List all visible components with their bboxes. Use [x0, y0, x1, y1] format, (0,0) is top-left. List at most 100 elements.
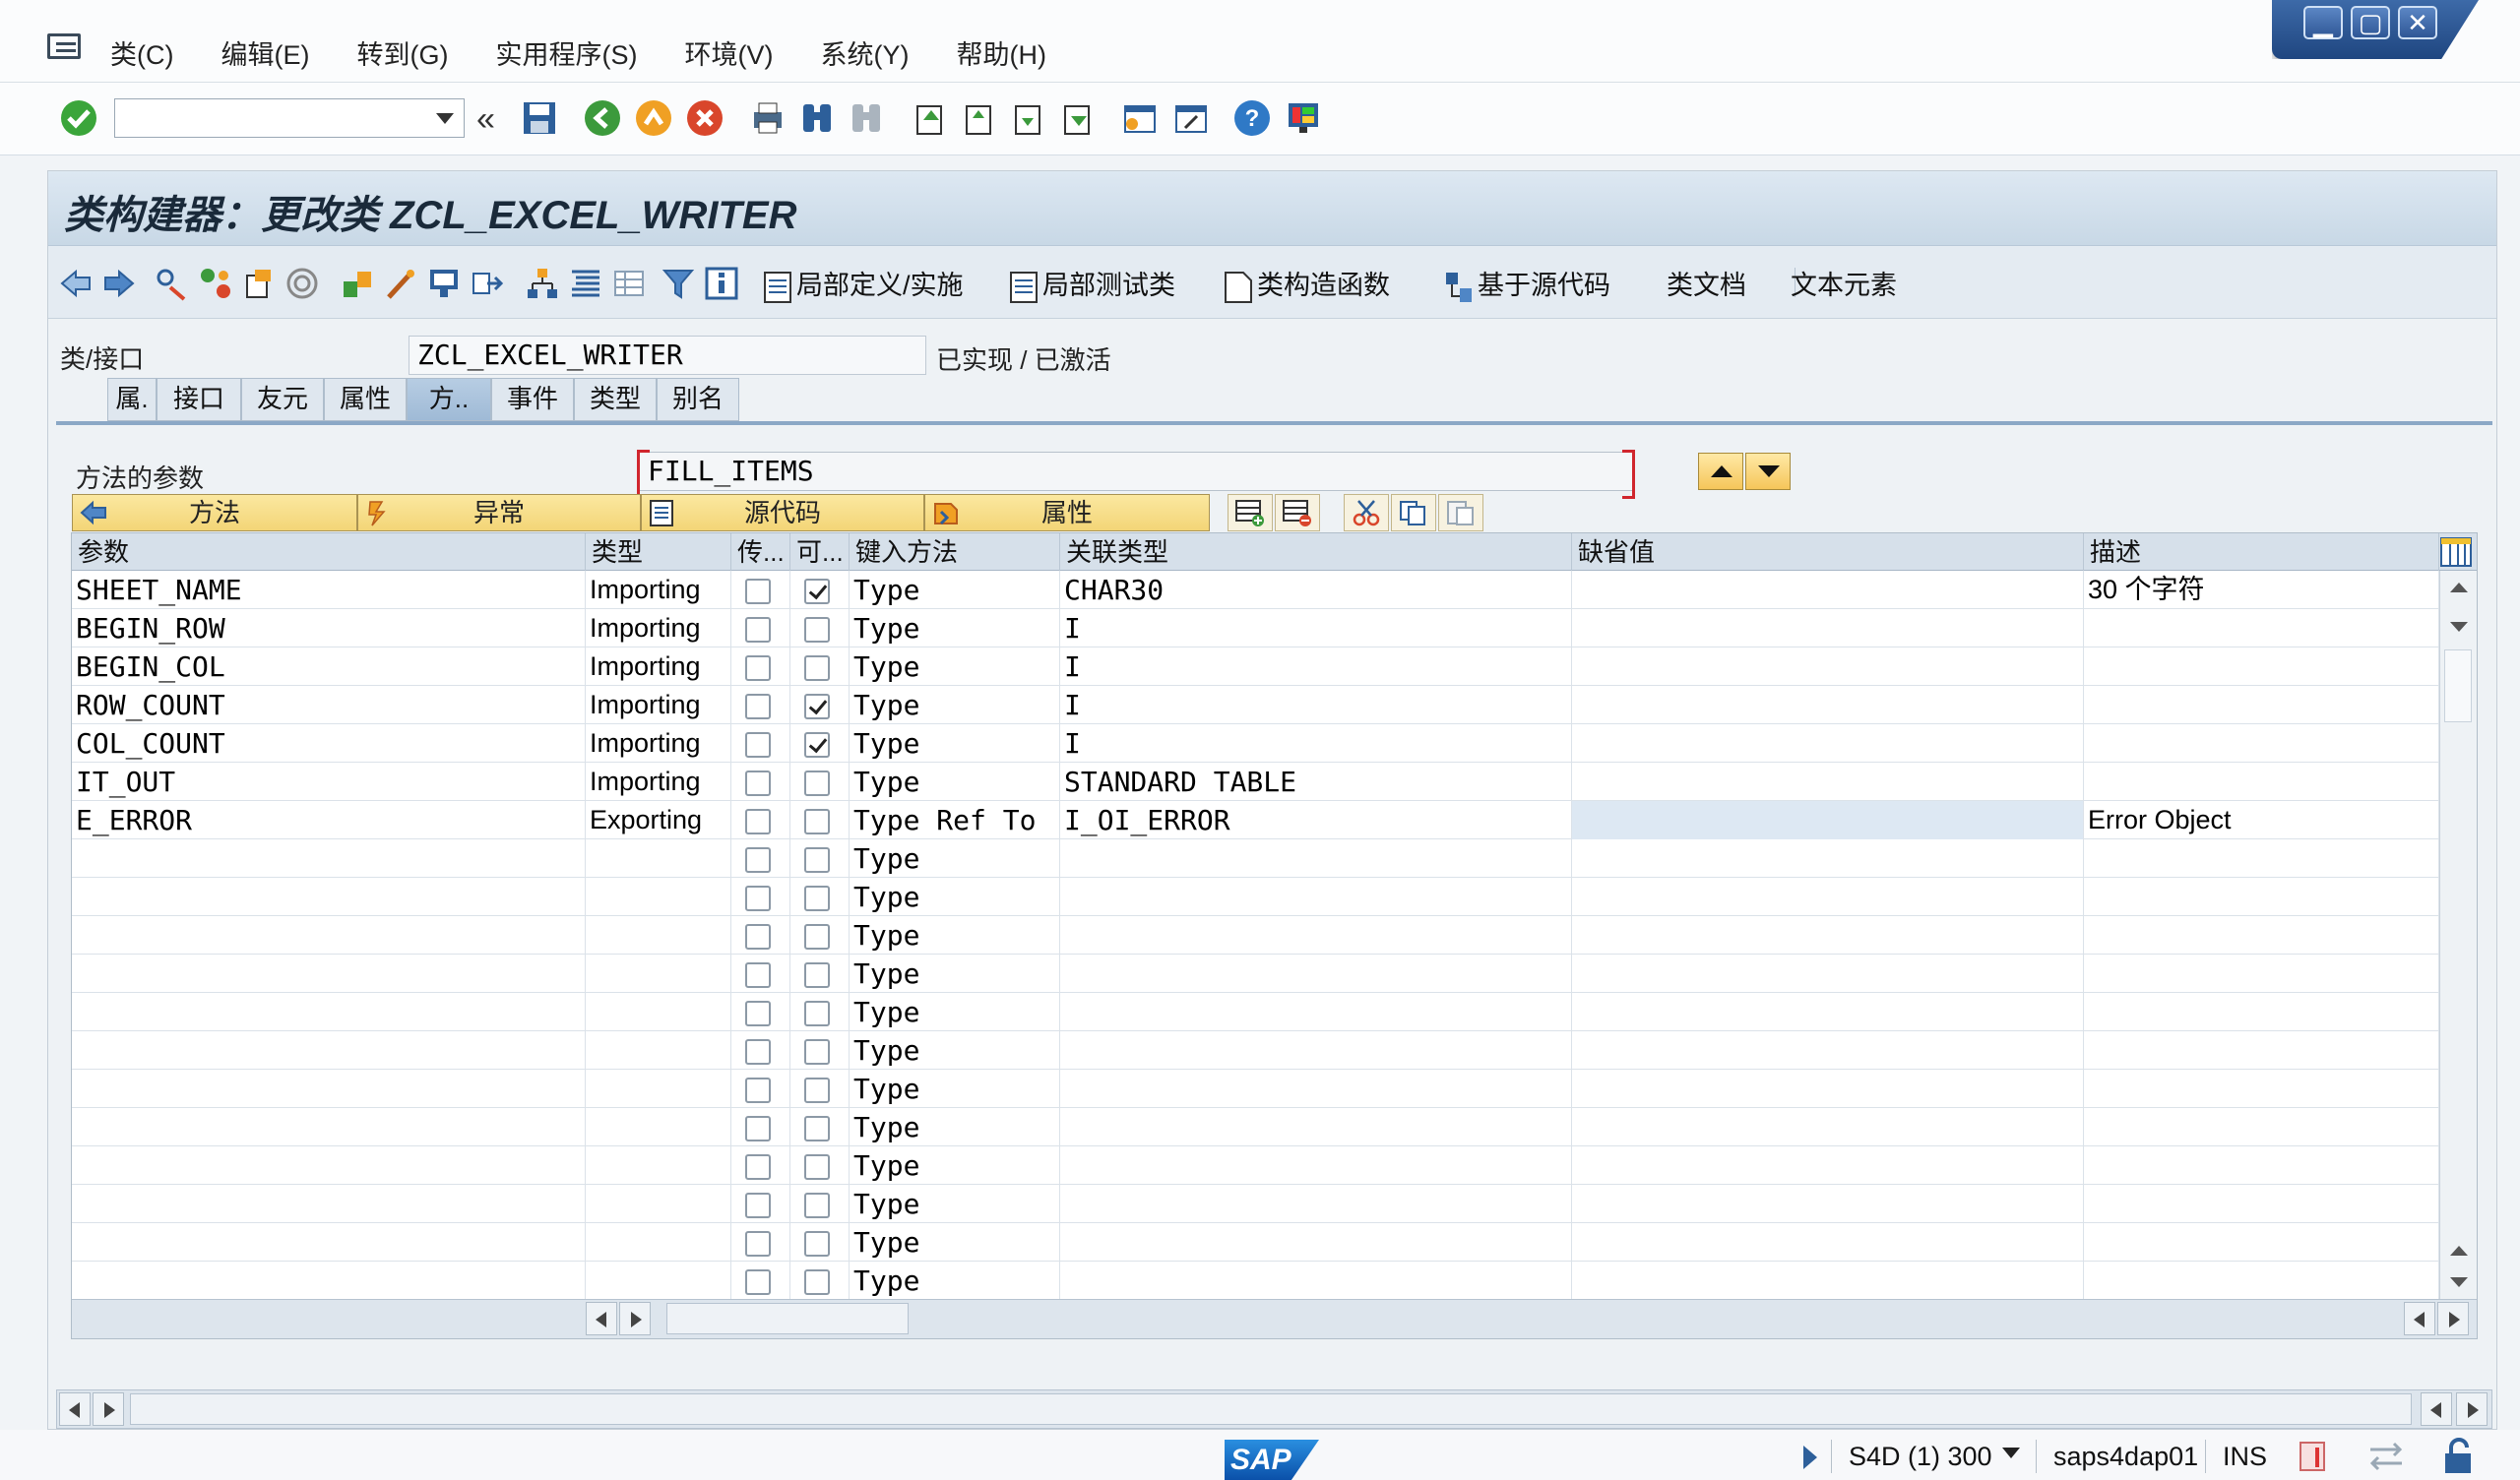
class-interface-field[interactable]: ZCL_EXCEL_WRITER	[409, 336, 926, 375]
information-icon[interactable]	[704, 266, 739, 301]
cell-typing-method[interactable]: Type	[850, 1108, 1060, 1146]
menu-utilities[interactable]: 实用程序(S)	[495, 33, 637, 72]
table-row[interactable]: Type	[72, 1146, 2439, 1185]
method-subtab-methods[interactable]: 方法	[72, 494, 357, 531]
cell-typing-method[interactable]: Type	[850, 1185, 1060, 1223]
connection-icon[interactable]	[2366, 1440, 2406, 1473]
optional-checkbox[interactable]	[804, 771, 830, 796]
find-next-icon[interactable]	[847, 98, 886, 138]
column-header-typing-method[interactable]: 键入方法	[850, 533, 1060, 571]
previous-page-icon[interactable]	[959, 98, 998, 138]
cell-pass-value[interactable]	[731, 1223, 790, 1262]
cell-associated-type[interactable]	[1060, 955, 1572, 993]
cell-pass-value[interactable]	[731, 993, 790, 1031]
scroll-thumb[interactable]	[2444, 649, 2472, 722]
cell-default-value[interactable]	[1572, 839, 2084, 878]
table-view-icon[interactable]	[611, 266, 647, 301]
cell-default-value[interactable]	[1572, 916, 2084, 955]
optional-checkbox[interactable]	[804, 962, 830, 988]
optional-checkbox[interactable]	[804, 579, 830, 604]
menu-edit[interactable]: 编辑(E)	[220, 33, 309, 72]
tab-properties[interactable]: 属.	[107, 378, 157, 421]
optional-checkbox[interactable]	[804, 1193, 830, 1218]
cell-type[interactable]: Importing	[586, 648, 731, 686]
cell-typing-method[interactable]: Type	[850, 609, 1060, 648]
print-icon[interactable]	[748, 98, 788, 138]
cell-description[interactable]	[2084, 763, 2439, 801]
cell-parameter[interactable]	[72, 1070, 586, 1108]
check-icon[interactable]	[284, 266, 320, 301]
cell-parameter[interactable]	[72, 1185, 586, 1223]
cell-description[interactable]	[2084, 878, 2439, 916]
scroll-up-icon[interactable]	[2450, 1246, 2468, 1256]
optional-checkbox[interactable]	[804, 1039, 830, 1065]
cell-associated-type[interactable]	[1060, 916, 1572, 955]
cell-typing-method[interactable]: Type	[850, 763, 1060, 801]
table-row[interactable]: Type	[72, 993, 2439, 1031]
cell-pass-value[interactable]	[731, 763, 790, 801]
table-row[interactable]: Type	[72, 1262, 2439, 1300]
hierarchy-icon[interactable]	[525, 266, 560, 301]
cell-type[interactable]	[586, 1108, 731, 1146]
cell-type[interactable]: Importing	[586, 686, 731, 724]
cell-associated-type[interactable]: I	[1060, 686, 1572, 724]
optional-checkbox[interactable]	[804, 1269, 830, 1295]
cell-associated-type[interactable]	[1060, 878, 1572, 916]
cell-default-value[interactable]	[1572, 1070, 2084, 1108]
cell-associated-type[interactable]: I	[1060, 724, 1572, 763]
cell-type[interactable]: Importing	[586, 763, 731, 801]
table-vertical-scrollbar[interactable]	[2439, 571, 2477, 1299]
text-elements-button[interactable]: 文本元素	[1791, 264, 1897, 302]
cell-optional[interactable]	[790, 1262, 850, 1300]
next-page-icon[interactable]	[1008, 98, 1047, 138]
previous-method-button[interactable]	[1698, 453, 1743, 490]
pass-by-value-checkbox[interactable]	[745, 771, 771, 796]
optional-checkbox[interactable]	[804, 655, 830, 681]
cell-parameter[interactable]	[72, 1146, 586, 1185]
cell-associated-type[interactable]	[1060, 839, 1572, 878]
cell-typing-method[interactable]: Type	[850, 1031, 1060, 1070]
cell-parameter[interactable]	[72, 1262, 586, 1300]
pass-by-value-checkbox[interactable]	[745, 847, 771, 873]
cell-associated-type[interactable]	[1060, 1185, 1572, 1223]
cell-typing-method[interactable]: Type	[850, 724, 1060, 763]
table-row[interactable]: Type	[72, 839, 2439, 878]
cell-description[interactable]	[2084, 648, 2439, 686]
cell-typing-method[interactable]: Type	[850, 686, 1060, 724]
optional-checkbox[interactable]	[804, 1231, 830, 1257]
pass-by-value-checkbox[interactable]	[745, 1269, 771, 1295]
scroll-left-button[interactable]	[2404, 1302, 2435, 1335]
optional-checkbox[interactable]	[804, 694, 830, 719]
table-row[interactable]: E_ERROR Exporting Type Ref To I_OI_ERROR Err…	[72, 801, 2439, 839]
tab-attributes[interactable]: 属性	[324, 378, 407, 421]
cell-parameter[interactable]: BEGIN_COL	[72, 648, 586, 686]
scroll-right-button[interactable]	[619, 1302, 651, 1335]
column-header-default-value[interactable]: 缺省值	[1572, 533, 2084, 571]
cell-pass-value[interactable]	[731, 571, 790, 609]
cell-optional[interactable]	[790, 1146, 850, 1185]
cell-type[interactable]	[586, 1185, 731, 1223]
table-row[interactable]: Type	[72, 1185, 2439, 1223]
pass-by-value-checkbox[interactable]	[745, 1231, 771, 1257]
cell-parameter[interactable]: E_ERROR	[72, 801, 586, 839]
pass-by-value-checkbox[interactable]	[745, 694, 771, 719]
cell-parameter[interactable]: BEGIN_ROW	[72, 609, 586, 648]
scroll-left-button[interactable]	[59, 1392, 91, 1426]
cell-type[interactable]	[586, 878, 731, 916]
insert-row-icon[interactable]	[1228, 494, 1273, 531]
pass-by-value-checkbox[interactable]	[745, 962, 771, 988]
optional-checkbox[interactable]	[804, 886, 830, 911]
cell-typing-method[interactable]: Type	[850, 916, 1060, 955]
cell-description[interactable]	[2084, 1108, 2439, 1146]
table-row[interactable]: Type	[72, 1031, 2439, 1070]
cell-optional[interactable]	[790, 763, 850, 801]
cell-default-value[interactable]	[1572, 1262, 2084, 1300]
cell-parameter[interactable]	[72, 839, 586, 878]
layout-icon[interactable]	[2298, 1440, 2327, 1473]
tab-friends[interactable]: 友元	[241, 378, 324, 421]
cell-optional[interactable]	[790, 878, 850, 916]
cell-parameter[interactable]	[72, 1031, 586, 1070]
column-header-associated-type[interactable]: 关联类型	[1060, 533, 1572, 571]
pass-by-value-checkbox[interactable]	[745, 1193, 771, 1218]
cell-default-value[interactable]	[1572, 763, 2084, 801]
